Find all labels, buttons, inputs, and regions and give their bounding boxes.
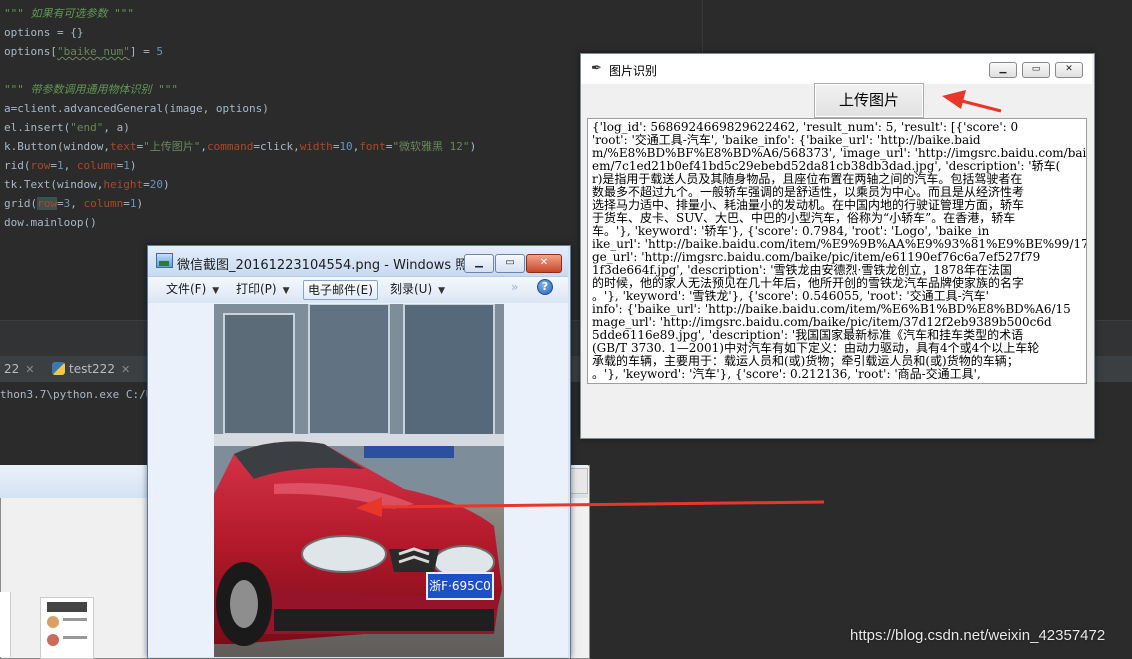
watermark: https://blog.csdn.net/weixin_42357472	[850, 627, 1106, 644]
arrow-to-car-photo	[356, 497, 825, 517]
annotation-arrows	[356, 90, 1002, 517]
arrow-to-upload-button	[942, 90, 1002, 113]
